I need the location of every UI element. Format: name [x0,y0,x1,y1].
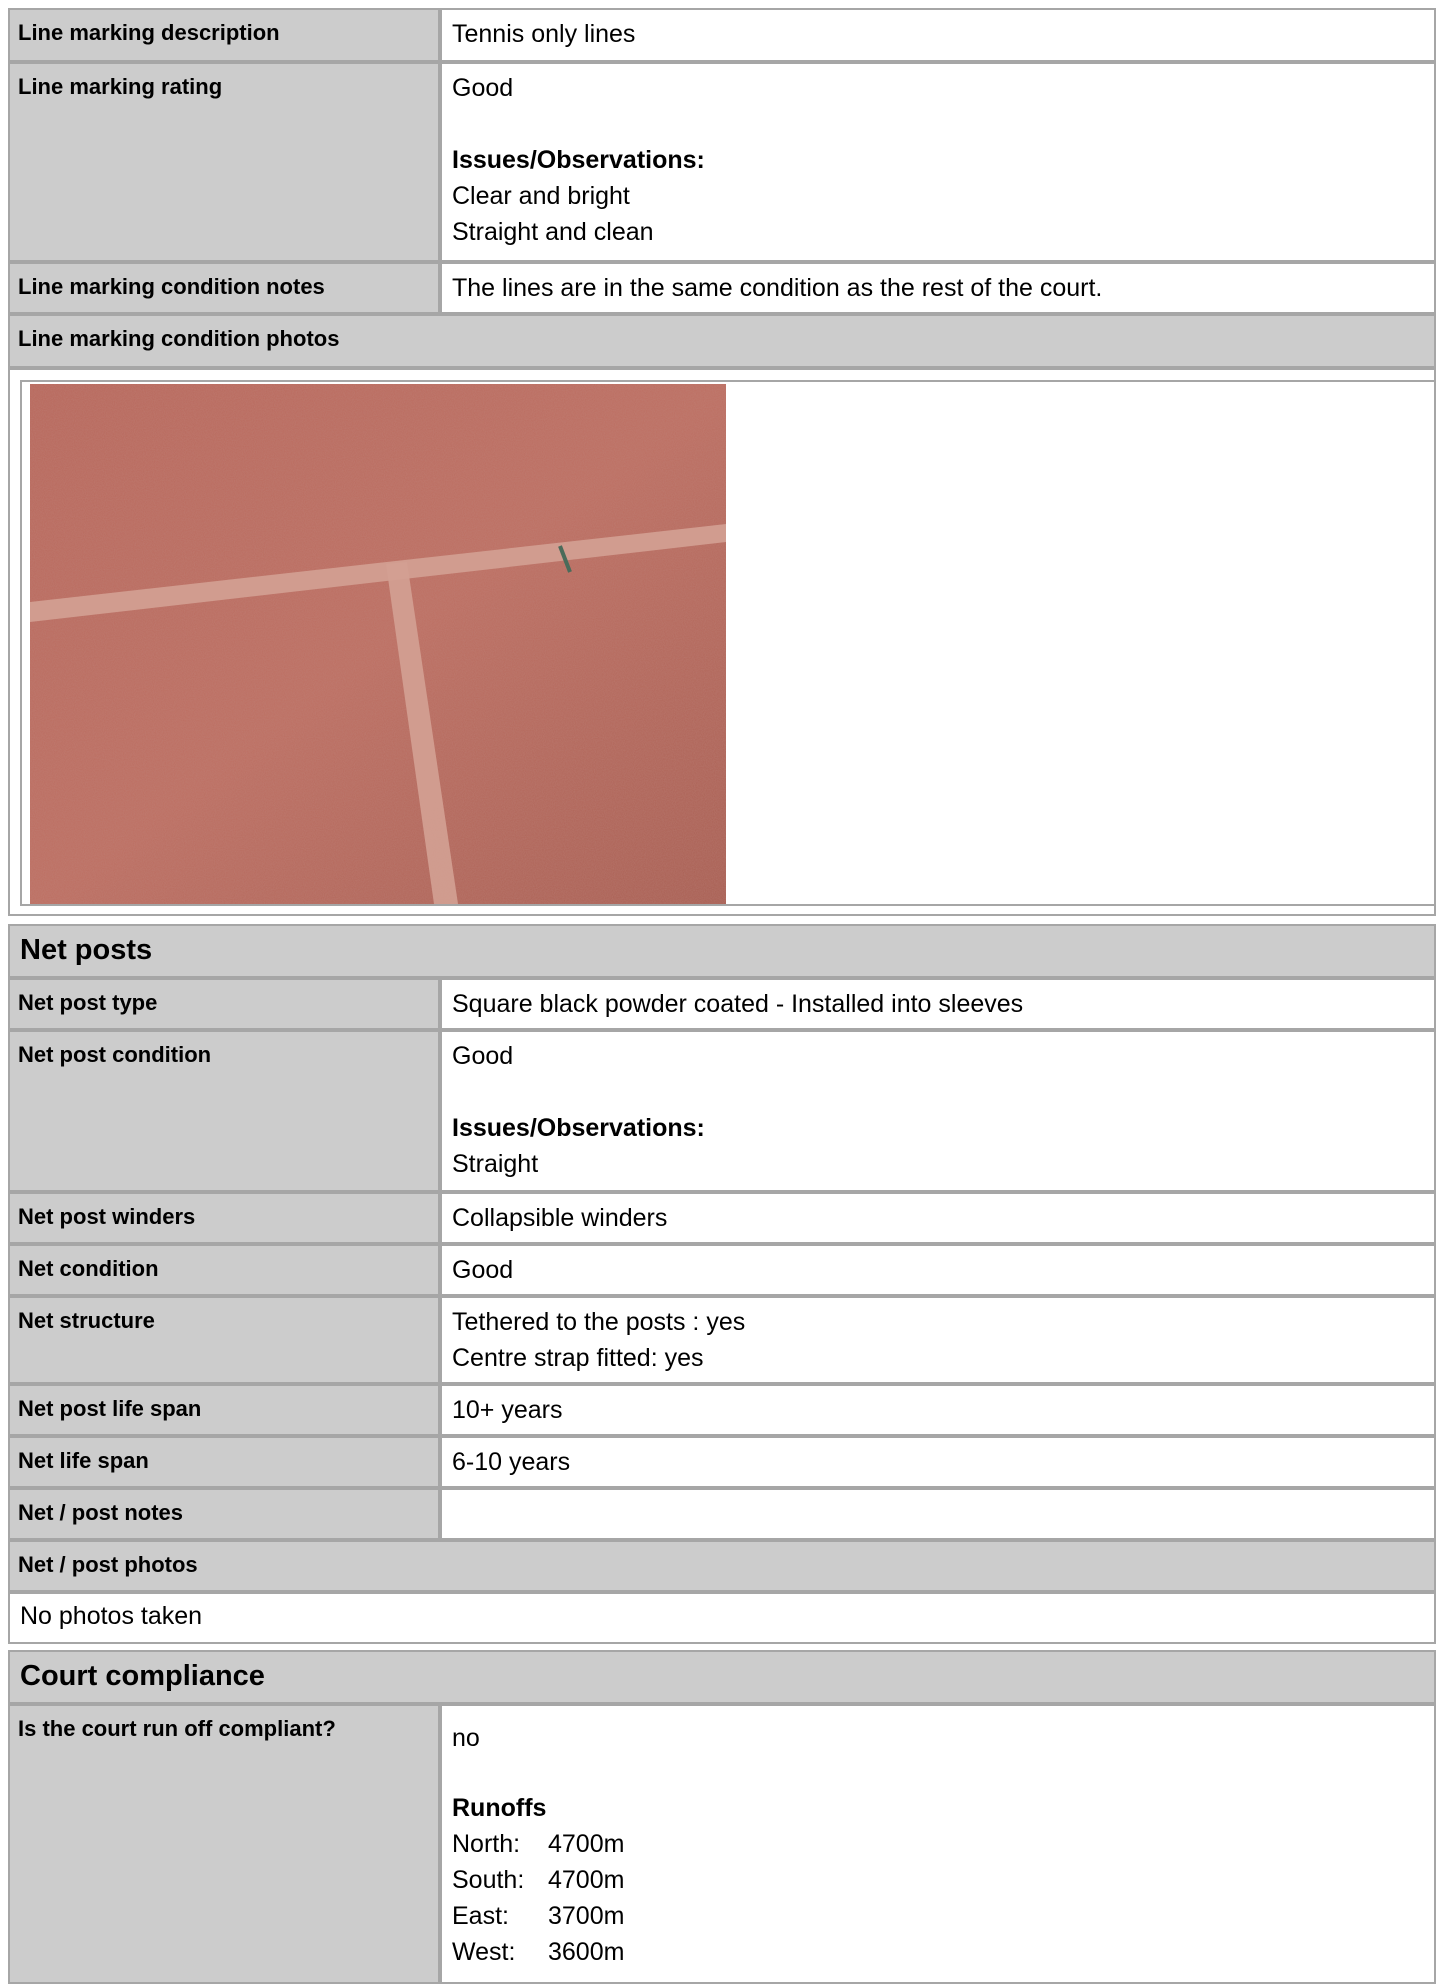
net-post-condition-value: Good [452,1042,514,1070]
runoff-compliant-value: no [452,1724,480,1752]
net-structure-cell: Tethered to the posts : yes Centre strap… [440,1296,1436,1384]
net-condition-value: Good [440,1244,1436,1296]
net-life-span-value: 6-10 years [440,1436,1436,1488]
line-marking-obs-title: Issues/Observations: [452,146,705,174]
net-post-life-span-label: Net post life span [8,1384,440,1436]
runoff-row: North: 4700m [452,1826,1424,1862]
net-life-span-label: Net life span [8,1436,440,1488]
line-marking-rating-label: Line marking rating [8,62,440,262]
net-post-type-label: Net post type [8,978,440,1030]
runoff-compliant-cell: no Runoffs North: 4700m South: 4700m Eas… [440,1704,1436,1984]
runoff-row: West: 3600m [452,1934,1424,1970]
net-post-photos-value: No photos taken [8,1592,1436,1644]
runoff-value: 4700m [548,1866,625,1894]
runoff-direction: North: [452,1830,521,1858]
line-marking-rating-value: Good [452,74,514,102]
runoff-direction: South: [452,1866,525,1894]
section-net-posts: Net posts [8,924,1436,978]
line-marking-rating-cell: Good Issues/Observations: Clear and brig… [440,62,1436,262]
runoff-value: 4700m [548,1830,625,1858]
net-post-life-span-value: 10+ years [440,1384,1436,1436]
net-post-condition-cell: Good Issues/Observations: Straight [440,1030,1436,1192]
line-marking-notes-value: The lines are in the same condition as t… [440,262,1436,314]
net-post-notes-value [440,1488,1436,1540]
runoffs-title: Runoffs [452,1794,547,1822]
net-post-notes-label: Net / post notes [8,1488,440,1540]
runoff-value: 3700m [548,1902,625,1930]
net-post-winders-label: Net post winders [8,1192,440,1244]
net-structure-label: Net structure [8,1296,440,1384]
line-marking-description-label: Line marking description [8,8,440,62]
line-marking-photos-label: Line marking condition photos [8,314,1436,368]
net-post-photos-label: Net / post photos [8,1540,1436,1592]
line-marking-obs-item: Clear and bright [452,182,630,210]
runoff-compliant-label: Is the court run off compliant? [8,1704,440,1984]
runoff-row: East: 3700m [452,1898,1424,1934]
photo-gallery [8,368,1436,916]
net-post-obs-item: Straight [452,1150,539,1178]
net-structure-line: Centre strap fitted: yes [452,1344,704,1372]
runoff-row: South: 4700m [452,1862,1424,1898]
line-marking-description-value: Tennis only lines [440,8,1436,62]
line-marking-notes-label: Line marking condition notes [8,262,440,314]
runoff-direction: East: [452,1902,509,1930]
runoff-direction: West: [452,1938,516,1966]
line-marking-obs-item: Straight and clean [452,218,654,246]
net-condition-label: Net condition [8,1244,440,1296]
section-court-compliance: Court compliance [8,1650,1436,1704]
runoff-value: 3600m [548,1938,625,1966]
net-post-winders-value: Collapsible winders [440,1192,1436,1244]
photo-gallery-inner [20,380,1436,906]
net-post-condition-label: Net post condition [8,1030,440,1192]
net-post-obs-title: Issues/Observations: [452,1114,705,1142]
court-line-photo[interactable] [30,384,726,904]
net-post-type-value: Square black powder coated - Installed i… [440,978,1436,1030]
net-structure-line: Tethered to the posts : yes [452,1308,746,1336]
